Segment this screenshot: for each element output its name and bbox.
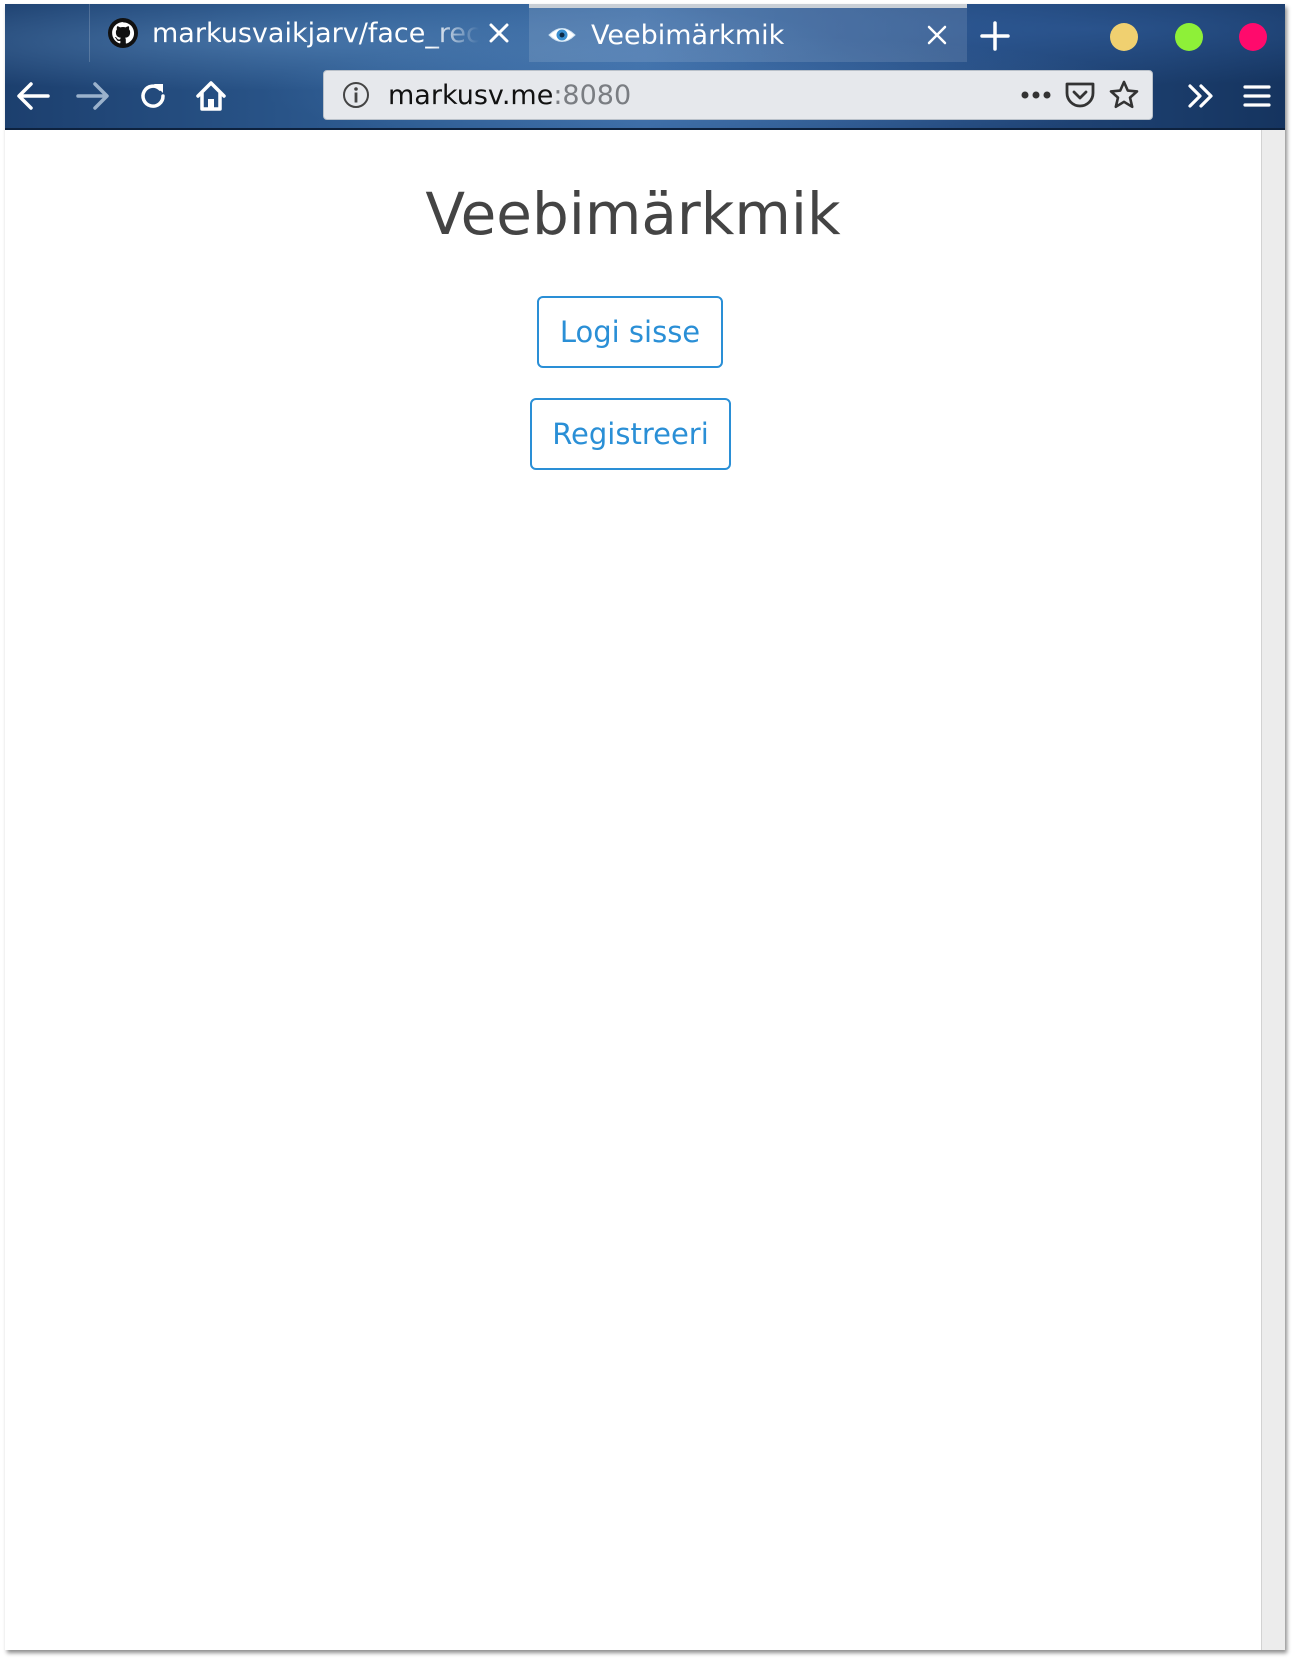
reload-icon <box>141 84 165 108</box>
url-port: :8080 <box>553 79 632 111</box>
forward-button[interactable] <box>71 74 115 118</box>
reload-button[interactable] <box>131 74 175 118</box>
page-title: Veebimärkmik <box>425 180 841 248</box>
close-icon[interactable] <box>479 13 519 53</box>
github-icon <box>106 16 140 50</box>
tab-title: Veebimärkmik <box>591 19 785 51</box>
hamburger-icon <box>1243 85 1271 107</box>
register-button[interactable]: Registreeri <box>530 398 731 470</box>
plus-icon <box>980 21 1010 51</box>
hamburger-menu-button[interactable] <box>1235 74 1279 118</box>
chevron-double-right-icon <box>1188 84 1213 108</box>
tab-veebimarkmik[interactable]: Veebimärkmik <box>529 4 967 62</box>
browser-window: markusvaikjarv/face_recognition Veebimär… <box>5 4 1285 1650</box>
overflow-menu-button[interactable] <box>1179 74 1223 118</box>
minimize-button[interactable] <box>1110 23 1138 51</box>
url-host: markusv.me <box>388 79 554 111</box>
url-bar[interactable]: markusv.me:8080 <box>323 70 1153 120</box>
pocket-icon[interactable] <box>1058 73 1102 117</box>
tab-github[interactable]: markusvaikjarv/face_recognition <box>89 4 529 62</box>
tab-title: markusvaikjarv/face_recognition <box>152 17 479 49</box>
home-button[interactable] <box>189 74 233 118</box>
bookmark-star-icon[interactable] <box>1102 73 1146 117</box>
page-viewport: Veebimärkmik Logi sisse Registreeri <box>5 130 1261 1650</box>
close-window-button[interactable] <box>1239 23 1267 51</box>
url-text[interactable]: markusv.me:8080 <box>388 80 1014 111</box>
vertical-scrollbar[interactable] <box>1261 130 1285 1650</box>
browser-chrome: markusvaikjarv/face_recognition Veebimär… <box>5 4 1285 130</box>
info-icon[interactable] <box>338 77 374 113</box>
forward-arrow-icon <box>76 82 109 110</box>
new-tab-button[interactable] <box>973 14 1017 58</box>
home-icon <box>196 81 226 111</box>
navigation-toolbar: markusv.me:8080 <box>5 64 1285 128</box>
page-actions-icon[interactable] <box>1014 73 1058 117</box>
tab-strip: markusvaikjarv/face_recognition Veebimär… <box>5 4 1285 64</box>
close-icon[interactable] <box>917 15 957 55</box>
back-arrow-icon <box>17 82 50 110</box>
eye-icon <box>545 18 579 52</box>
login-button[interactable]: Logi sisse <box>537 296 723 368</box>
maximize-button[interactable] <box>1175 23 1203 51</box>
back-button[interactable] <box>11 74 55 118</box>
